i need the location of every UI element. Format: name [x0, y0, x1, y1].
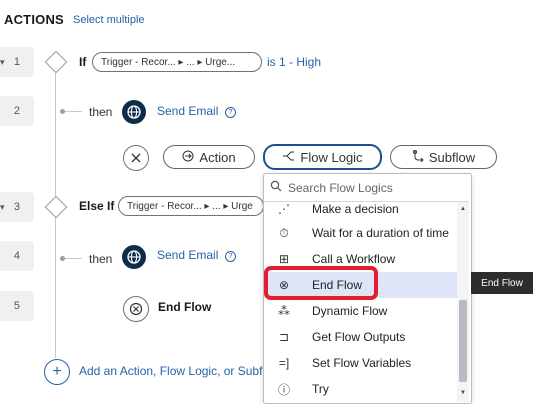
menu-item-set-flow-variables[interactable]: =] Set Flow Variables	[264, 350, 457, 376]
end-flow-icon	[123, 296, 149, 322]
variables-icon: =]	[278, 356, 290, 370]
dynamic-flow-icon: ⁂	[278, 304, 290, 318]
search-icon	[270, 180, 282, 195]
globe-icon	[122, 245, 146, 269]
if-keyword: If	[79, 55, 87, 69]
else-if-keyword: Else If	[79, 199, 115, 213]
branch-line	[62, 111, 82, 112]
menu-item-make-decision[interactable]: ⋰ Make a decision	[264, 196, 457, 222]
end-flow-step[interactable]: End Flow	[158, 300, 211, 314]
step-number-4[interactable]: 4	[0, 241, 34, 271]
if-diamond-icon	[44, 50, 68, 74]
scrollbar-thumb[interactable]	[459, 300, 467, 382]
select-multiple-link[interactable]: Select multiple	[73, 14, 145, 26]
globe-icon	[122, 100, 146, 124]
branch-dot	[60, 109, 65, 114]
try-icon: ⓘ	[277, 382, 290, 397]
else-if-diamond-icon	[44, 195, 68, 219]
connector-line	[55, 258, 56, 358]
help-icon[interactable]: ?	[225, 107, 236, 118]
menu-item-try[interactable]: ⓘ Try	[264, 376, 457, 402]
menu-item-wait-duration[interactable]: ⏱ Wait for a duration of time	[264, 220, 457, 246]
section-title: ACTIONS	[4, 12, 64, 27]
step-number-1[interactable]: ▾ 1	[0, 47, 34, 77]
branch-dot	[60, 256, 65, 261]
collapse-caret-icon[interactable]: ▾	[0, 202, 5, 213]
collapse-caret-icon[interactable]: ▾	[0, 57, 5, 68]
send-email-action-2[interactable]: Send Email	[157, 248, 218, 262]
then-label: then	[89, 105, 113, 119]
add-action-link[interactable]: Add an Action, Flow Logic, or Subflo	[79, 364, 272, 378]
highlight-annotation	[264, 266, 378, 300]
connector-line	[55, 214, 56, 259]
help-icon[interactable]: ?	[225, 251, 236, 262]
connector-line	[55, 112, 56, 202]
dropdown-scrollbar[interactable]: ▲ ▼	[457, 202, 469, 402]
search-input[interactable]: Search Flow Logics	[288, 181, 393, 195]
condition-data-pill[interactable]: Trigger - Recor... ▸ ... ▸ Urge	[118, 196, 264, 216]
scroll-up-icon[interactable]: ▲	[460, 206, 466, 212]
flow-logic-icon	[282, 150, 295, 165]
step-number-3[interactable]: ▾ 3	[0, 192, 34, 222]
add-icon[interactable]: +	[44, 359, 70, 385]
menu-item-dynamic-flow[interactable]: ⁂ Dynamic Flow	[264, 298, 457, 324]
action-icon	[182, 150, 194, 165]
close-add-icon[interactable]	[123, 145, 149, 171]
branch-line	[62, 258, 82, 259]
add-subflow-button[interactable]: Subflow	[390, 145, 497, 169]
add-flow-logic-button[interactable]: Flow Logic	[263, 144, 382, 170]
step-number-2[interactable]: 2	[0, 96, 34, 126]
scroll-down-icon[interactable]: ▼	[460, 390, 466, 396]
outputs-icon: ⊐	[278, 330, 290, 344]
condition-value[interactable]: is 1 - High	[267, 55, 321, 69]
send-email-action-1[interactable]: Send Email	[157, 104, 218, 118]
timer-icon: ⏱	[279, 225, 289, 240]
step-number-5[interactable]: 5	[0, 291, 34, 321]
connector-line	[55, 70, 56, 112]
workflow-icon: ⊞	[278, 252, 290, 266]
decision-icon: ⋰	[278, 202, 290, 216]
end-flow-tooltip: End Flow	[471, 272, 533, 294]
add-action-button[interactable]: Action	[163, 145, 255, 169]
menu-item-get-flow-outputs[interactable]: ⊐ Get Flow Outputs	[264, 324, 457, 350]
then-label: then	[89, 252, 113, 266]
condition-data-pill[interactable]: Trigger - Recor... ▸ ... ▸ Urge...	[92, 52, 262, 72]
subflow-icon	[412, 149, 424, 165]
